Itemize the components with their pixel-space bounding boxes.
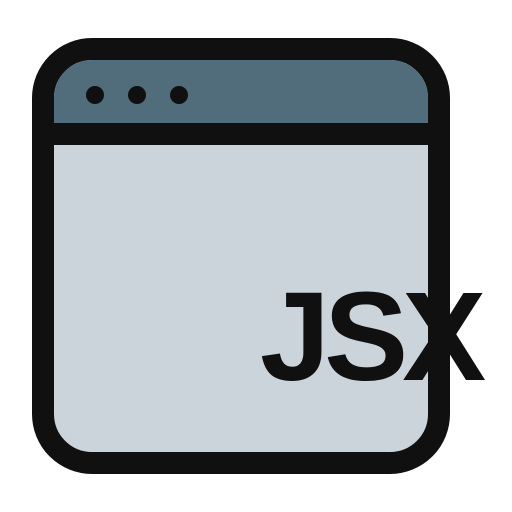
window-dot-icon	[86, 86, 104, 104]
jsx-file-icon	[32, 38, 450, 474]
window-dot-icon	[128, 86, 146, 104]
window-titlebar	[54, 60, 428, 145]
window-dot-icon	[170, 86, 188, 104]
file-type-label: JSX	[260, 274, 480, 400]
window-controls	[86, 86, 188, 104]
